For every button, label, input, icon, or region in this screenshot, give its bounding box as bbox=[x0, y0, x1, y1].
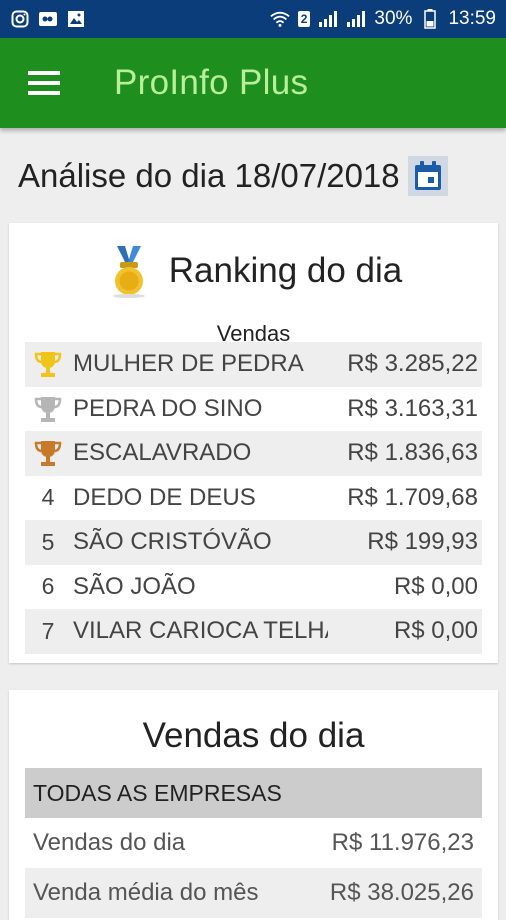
rank-position: 4 bbox=[25, 484, 71, 511]
sales-summary-row: Vendas do dia R$ 11.976,23 bbox=[25, 818, 482, 868]
calendar-icon[interactable] bbox=[407, 156, 448, 196]
ranking-card: Ranking do dia Vendas MULHER DE PEDRA R$ … bbox=[9, 223, 498, 663]
instagram-icon bbox=[10, 9, 30, 29]
rank-number: 4 bbox=[41, 484, 55, 511]
ranking-row: 7 VILAR CARIOCA TELHA R$ 0,00 bbox=[25, 609, 482, 654]
cloud-icon bbox=[38, 9, 58, 29]
ranking-list: MULHER DE PEDRA R$ 3.285,22 PEDRA DO SINO R… bbox=[25, 342, 482, 654]
rank-position: 6 bbox=[25, 573, 71, 600]
store-name: VILAR CARIOCA TELHA bbox=[73, 617, 328, 645]
battery-icon bbox=[420, 9, 440, 29]
sales-value: R$ 3.285,22 bbox=[347, 350, 478, 378]
rank-number: 6 bbox=[41, 573, 55, 600]
rank-position: 7 bbox=[25, 618, 71, 645]
analysis-date-title: Análise do dia 18/07/2018 bbox=[18, 157, 400, 194]
sales-value: R$ 3.163,31 bbox=[347, 394, 478, 422]
app-bar: ProInfo Plus bbox=[0, 38, 506, 128]
summary-label: Vendas do dia bbox=[33, 829, 186, 856]
sales-value: R$ 1.836,63 bbox=[347, 439, 478, 467]
sim-badge: 2 bbox=[297, 11, 311, 27]
sales-value: R$ 0,00 bbox=[393, 572, 478, 600]
ranking-title: Ranking do dia bbox=[168, 251, 403, 290]
sales-card: Vendas do dia TODAS AS EMPRESAS Vendas d… bbox=[9, 690, 498, 920]
store-name: MULHER DE PEDRA bbox=[73, 350, 304, 378]
medal-icon bbox=[105, 244, 153, 298]
sales-summary-row: Venda média do mês R$ 38.025,26 bbox=[25, 868, 482, 918]
summary-value: R$ 11.976,23 bbox=[331, 829, 474, 856]
sales-title: Vendas do dia bbox=[142, 716, 365, 755]
ranking-row: 4 DEDO DE DEUS R$ 1.709,68 bbox=[25, 476, 482, 521]
signal-icon-2 bbox=[346, 9, 366, 29]
store-name: ESCALAVRADO bbox=[73, 439, 252, 467]
signal-icon bbox=[318, 9, 338, 29]
trophy-bronze-icon bbox=[25, 438, 71, 468]
store-name: DEDO DE DEUS bbox=[73, 483, 256, 511]
sales-value: R$ 0,00 bbox=[393, 617, 478, 645]
ranking-header: Ranking do dia bbox=[9, 227, 498, 315]
hamburger-menu-icon[interactable] bbox=[14, 53, 74, 113]
store-name: SÃO CRISTÓVÃO bbox=[73, 528, 272, 556]
store-name: SÃO JOÃO bbox=[73, 572, 196, 600]
status-bar: 2 30% 13:59 bbox=[0, 0, 506, 38]
ranking-row: 6 SÃO JOÃO R$ 0,00 bbox=[25, 565, 482, 610]
rank-number: 7 bbox=[41, 617, 55, 644]
summary-value: R$ 38.025,26 bbox=[329, 879, 474, 906]
sales-value: R$ 199,93 bbox=[367, 528, 478, 556]
ranking-row: PEDRA DO SINO R$ 3.163,31 bbox=[25, 387, 482, 432]
trophy-gold-icon bbox=[25, 349, 71, 379]
app-title: ProInfo Plus bbox=[114, 63, 309, 102]
store-name: PEDRA DO SINO bbox=[73, 394, 263, 422]
battery-percent: 30% bbox=[374, 8, 413, 29]
date-header: Análise do dia 18/07/2018 bbox=[0, 145, 506, 207]
rank-position: 5 bbox=[25, 529, 71, 556]
summary-label: Venda média do mês bbox=[33, 879, 259, 906]
rank-number: 5 bbox=[41, 528, 55, 555]
trophy-silver-icon bbox=[25, 394, 71, 424]
wifi-icon bbox=[270, 9, 290, 29]
clock: 13:59 bbox=[448, 8, 496, 29]
status-bar-right: 2 30% 13:59 bbox=[270, 8, 496, 30]
status-bar-left bbox=[10, 9, 86, 29]
company-filter[interactable]: TODAS AS EMPRESAS bbox=[25, 768, 482, 818]
sales-value: R$ 1.709,68 bbox=[347, 483, 478, 511]
ranking-row: 5 SÃO CRISTÓVÃO R$ 199,93 bbox=[25, 520, 482, 565]
ranking-row: ESCALAVRADO R$ 1.836,63 bbox=[25, 431, 482, 476]
ranking-row: MULHER DE PEDRA R$ 3.285,22 bbox=[25, 342, 482, 387]
sales-summary: TODAS AS EMPRESAS Vendas do dia R$ 11.976… bbox=[25, 768, 482, 918]
image-icon bbox=[66, 9, 86, 29]
